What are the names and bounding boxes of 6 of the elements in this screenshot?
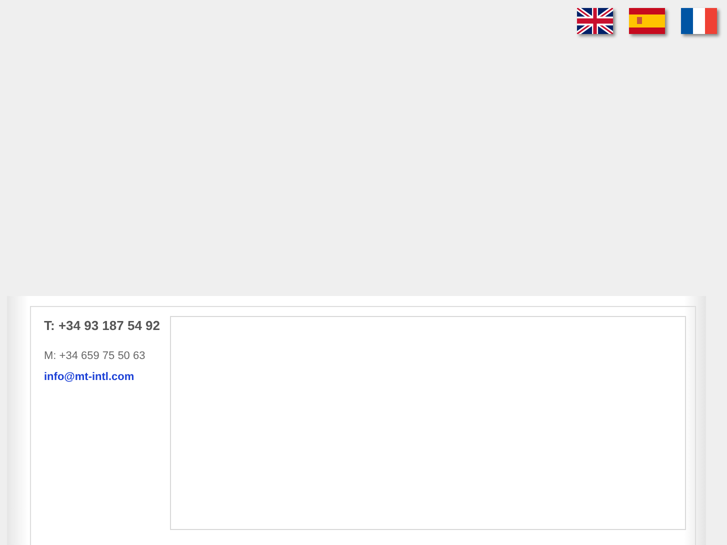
email-link[interactable]: info@mt-intl.com xyxy=(44,371,134,383)
uk-flag-icon[interactable] xyxy=(577,8,613,34)
phone-number: T: +34 93 187 54 92 xyxy=(44,317,162,335)
spain-flag-icon[interactable] xyxy=(629,8,665,34)
france-flag-icon[interactable] xyxy=(681,8,717,34)
mobile-number: M: +34 659 75 50 63 xyxy=(44,348,146,364)
